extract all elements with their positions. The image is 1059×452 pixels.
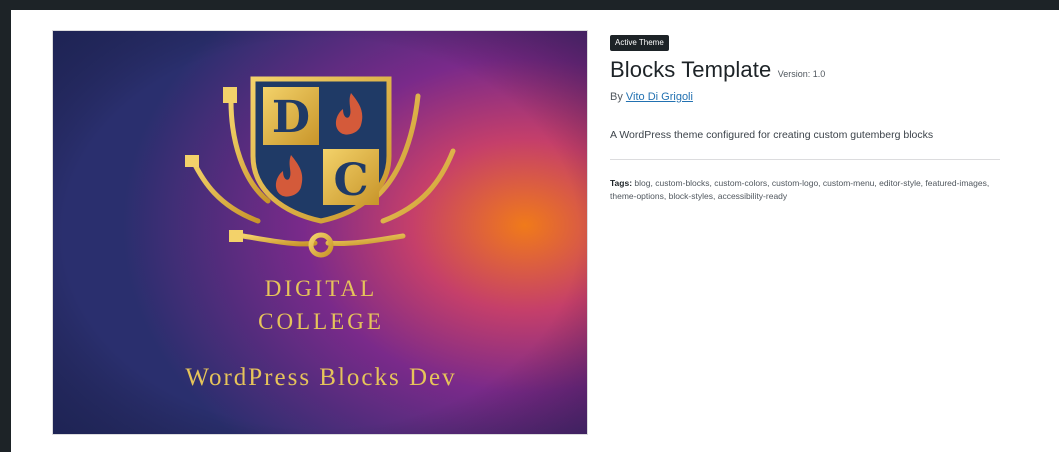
tags-list: blog, custom-blocks, custom-colors, cust…	[610, 178, 990, 201]
tags-label: Tags:	[610, 178, 633, 188]
screenshot-line-digital: DIGITAL	[265, 276, 377, 301]
active-theme-badge: Active Theme	[610, 35, 669, 51]
screenshot-line-subtitle: WordPress Blocks Dev	[185, 364, 456, 391]
theme-title-row: Blocks Template Version: 1.0	[610, 57, 1000, 83]
theme-details-panel: D C DIGITAL COLLEGE WordPress Blocks Dev…	[11, 10, 1059, 452]
theme-screenshot: D C DIGITAL COLLEGE WordPress Blocks Dev	[52, 30, 588, 435]
theme-description: A WordPress theme configured for creatin…	[610, 129, 934, 141]
theme-info: Active Theme Blocks Template Version: 1.…	[610, 32, 1000, 203]
theme-name: Blocks Template	[610, 57, 772, 82]
author-link[interactable]: Vito Di Grigoli	[626, 91, 693, 103]
theme-screenshot-art: D C DIGITAL COLLEGE WordPress Blocks Dev	[53, 31, 587, 434]
theme-version: Version: 1.0	[777, 69, 826, 79]
theme-tags: Tags: blog, custom-blocks, custom-colors…	[610, 177, 1000, 203]
divider	[610, 159, 1000, 160]
crest-letter-d: D	[272, 92, 310, 143]
screenshot-line-college: COLLEGE	[258, 309, 384, 334]
author-by-label: By	[610, 91, 623, 103]
crest-letter-c: C	[333, 155, 368, 206]
theme-author: By Vito Di Grigoli	[610, 91, 1000, 103]
